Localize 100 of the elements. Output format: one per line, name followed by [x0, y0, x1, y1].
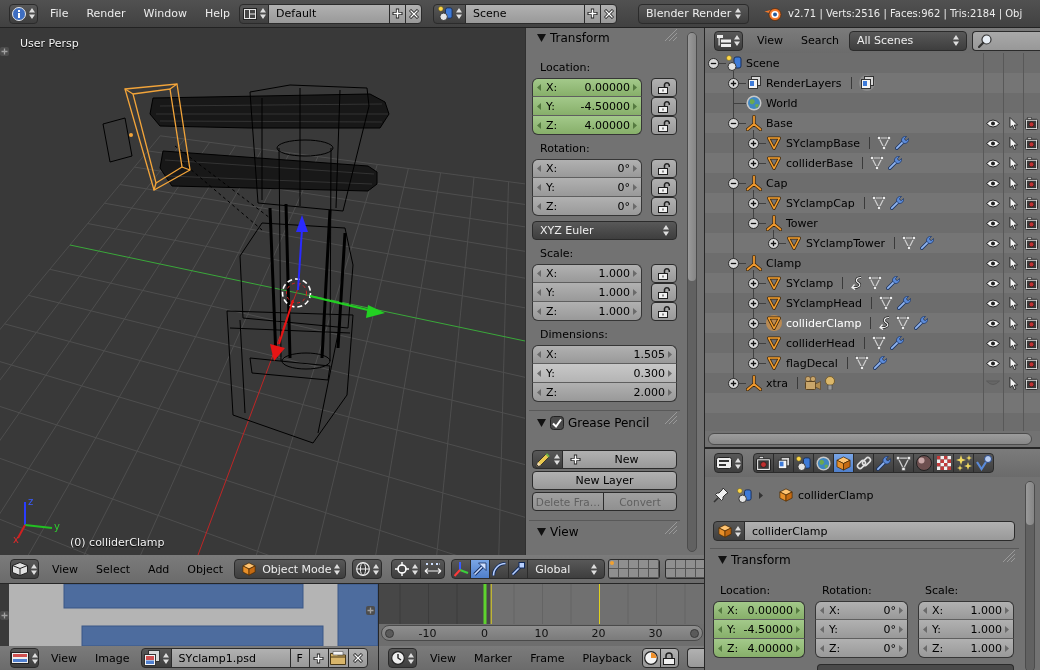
properties-tab[interactable]	[813, 453, 834, 473]
menu-item[interactable]: View	[748, 30, 793, 51]
camera-icon[interactable]	[1025, 176, 1038, 190]
plus-toggle-icon[interactable]	[748, 137, 759, 149]
camera-icon[interactable]	[1025, 196, 1038, 210]
camera-icon[interactable]	[1025, 336, 1038, 350]
plus-toggle-icon[interactable]	[748, 337, 759, 349]
layer-button[interactable]	[649, 560, 660, 569]
manipulate-centers-button[interactable]	[420, 559, 446, 579]
rotation-mode-dropdown[interactable]: XYZ Euler	[532, 221, 677, 240]
outliner-item[interactable]: colliderBase	[786, 156, 853, 170]
manipulator-button[interactable]	[470, 559, 491, 579]
properties-tab[interactable]	[853, 453, 874, 473]
search-field[interactable]	[971, 30, 1040, 51]
cursor-arrow-icon[interactable]	[1008, 356, 1018, 370]
editor-type-button[interactable]	[9, 3, 38, 24]
properties-tab[interactable]	[793, 453, 814, 473]
plus-toggle-icon[interactable]	[748, 357, 759, 369]
minus-toggle-icon[interactable]	[728, 257, 739, 269]
down-triangle-icon[interactable]	[537, 34, 546, 42]
selected-object-wireframe[interactable]	[124, 83, 191, 191]
outliner-item[interactable]: SYclampHead	[786, 296, 862, 310]
manipulator-button[interactable]	[451, 559, 472, 579]
plus-toggle-icon[interactable]	[748, 297, 759, 309]
cursor-arrow-icon[interactable]	[1008, 256, 1018, 270]
open-image-button[interactable]	[327, 648, 349, 668]
editor-type-button[interactable]	[714, 30, 743, 51]
unlink-image-button[interactable]	[347, 648, 368, 668]
playback-field[interactable]	[686, 648, 704, 668]
outliner-item[interactable]: Cap	[766, 176, 788, 190]
eye-icon[interactable]	[986, 238, 1000, 248]
image-name-field[interactable]: SYclamp1.psd	[170, 648, 291, 668]
properties-tab[interactable]	[753, 453, 774, 473]
delete-layout-button[interactable]	[405, 3, 423, 24]
scrollbar-thumb[interactable]	[688, 33, 696, 281]
outliner-item[interactable]: Clamp	[766, 256, 802, 270]
eye-icon[interactable]	[986, 358, 1000, 368]
camera-icon[interactable]	[1025, 296, 1038, 310]
outliner-item[interactable]: World	[766, 96, 798, 110]
cursor-arrow-icon[interactable]	[1008, 336, 1018, 350]
plus-tab-icon[interactable]	[366, 606, 375, 615]
outliner-item[interactable]: SYclampBase	[786, 136, 861, 150]
menu-item[interactable]: Marker	[465, 648, 522, 668]
left-arrow-icon[interactable]	[537, 369, 541, 377]
cursor-arrow-icon[interactable]	[1008, 156, 1018, 170]
menu-item[interactable]: Object	[178, 559, 233, 579]
plus-toggle-icon[interactable]	[748, 277, 759, 289]
lock-button[interactable]	[651, 178, 677, 197]
outliner-item[interactable]: RenderLayers	[766, 76, 842, 90]
eye-icon[interactable]	[986, 178, 1000, 188]
checkbox[interactable]	[550, 415, 564, 430]
scrollbar-thumb[interactable]	[1026, 482, 1034, 525]
eye-icon[interactable]	[986, 218, 1000, 228]
delete-scene-button[interactable]	[600, 3, 618, 24]
object-browse-button[interactable]	[713, 521, 745, 541]
properties-tab[interactable]	[953, 453, 974, 473]
minus-toggle-icon[interactable]	[748, 217, 759, 229]
outliner-item[interactable]: Scene	[746, 56, 780, 70]
properties-tab[interactable]	[933, 453, 954, 473]
eye-icon[interactable]	[986, 338, 1000, 348]
outliner-item[interactable]: SYclamp	[786, 276, 834, 290]
z-axis-handle[interactable]	[296, 215, 308, 291]
outliner-item[interactable]: colliderClamp	[786, 316, 862, 330]
render-engine-dropdown[interactable]: Blender Render	[638, 3, 750, 24]
manipulator-button[interactable]	[489, 559, 510, 579]
menu-item[interactable]: Add	[139, 559, 179, 579]
cursor-arrow-icon[interactable]	[1008, 136, 1018, 150]
lock-button[interactable]	[651, 283, 677, 302]
new-image-button[interactable]	[308, 648, 329, 668]
plus-toggle-icon[interactable]	[728, 377, 739, 389]
orientation-dropdown[interactable]: Global	[527, 559, 606, 579]
eye-icon[interactable]	[986, 198, 1000, 208]
3d-viewport[interactable]: User Persp (0) colliderClamp z y x	[0, 28, 525, 555]
number-field[interactable]: Y: 0.300	[532, 364, 677, 383]
horizontal-scrollbar[interactable]	[708, 433, 1032, 445]
scene-field[interactable]: Scene	[465, 3, 586, 24]
eye-icon[interactable]	[986, 298, 1000, 308]
plus-toggle-icon[interactable]	[768, 237, 779, 249]
eye-icon[interactable]	[986, 278, 1000, 288]
pencil-dropdown[interactable]	[532, 450, 563, 469]
outliner-item[interactable]: Base	[766, 116, 793, 130]
panel-button[interactable]: New Layer	[532, 471, 677, 490]
object-name-field[interactable]: colliderClamp	[744, 521, 1015, 541]
menu-item[interactable]: Select	[87, 559, 140, 579]
lock-button[interactable]	[651, 78, 677, 97]
timeline-scrollbar[interactable]: -10 0 10 20 30	[381, 625, 703, 641]
lock-button[interactable]	[651, 197, 677, 216]
menu-item[interactable]: View	[43, 559, 88, 579]
cursor-arrow-icon[interactable]	[1008, 176, 1018, 190]
scrollbar-track[interactable]	[687, 32, 697, 552]
cursor-arrow-icon[interactable]	[1008, 276, 1018, 290]
lock-button[interactable]	[651, 302, 677, 321]
right-arrow-icon[interactable]	[668, 369, 672, 377]
camera-icon[interactable]	[1025, 256, 1038, 270]
down-triangle-icon[interactable]	[537, 528, 546, 536]
keying-button[interactable]	[641, 648, 661, 668]
camera-icon[interactable]	[1025, 276, 1038, 290]
menu-item[interactable]: File	[41, 3, 78, 24]
pivot-dropdown[interactable]	[391, 559, 422, 579]
down-triangle-icon[interactable]	[718, 556, 727, 564]
